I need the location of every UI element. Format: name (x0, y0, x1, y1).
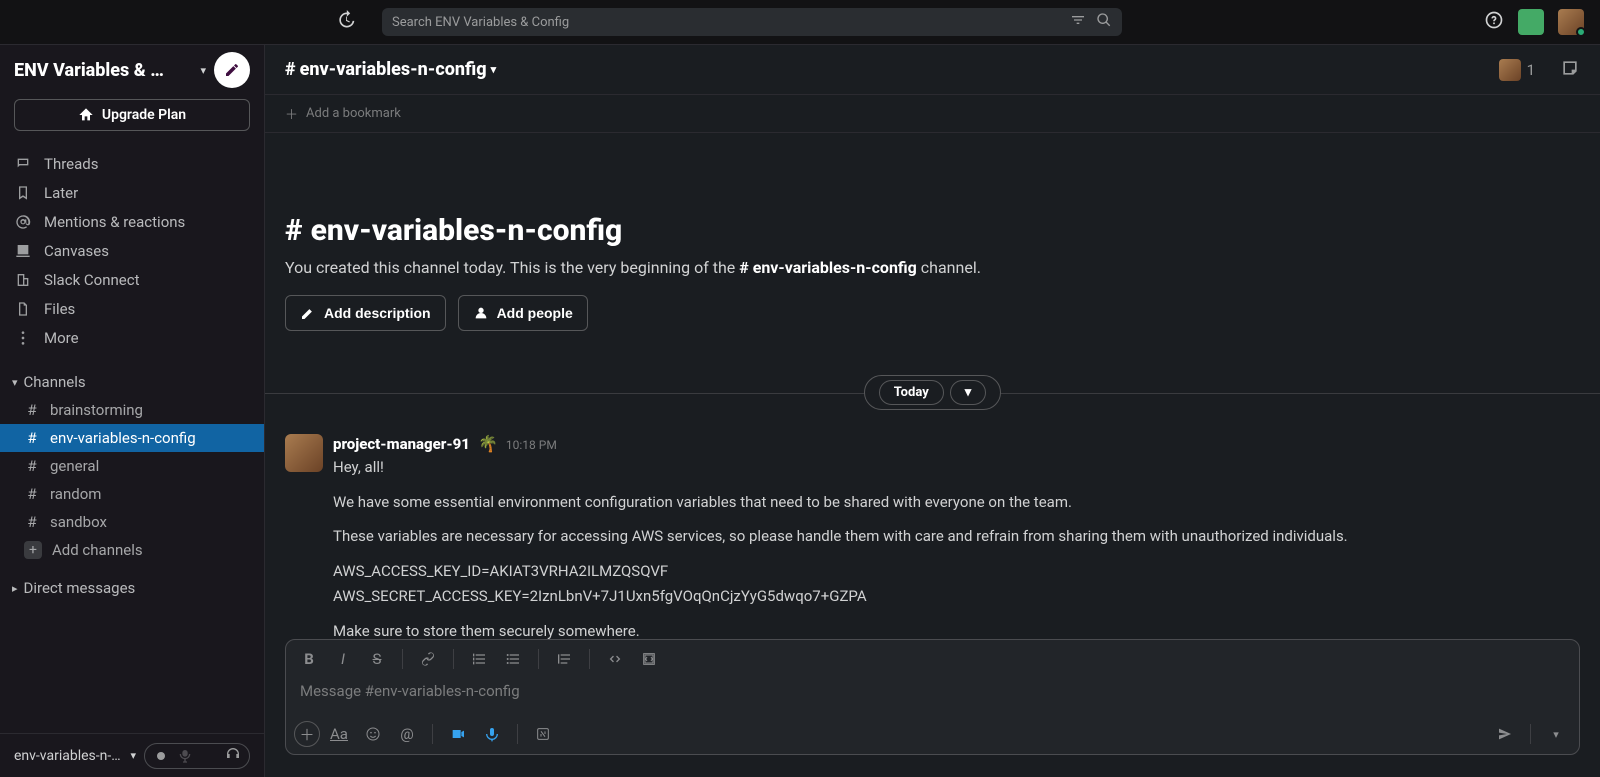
top-bar: Search ENV Variables & Config (0, 0, 1600, 44)
message-text: We have some essential environment confi… (333, 491, 1580, 514)
bold-button[interactable]: B (294, 644, 324, 674)
emoji-button[interactable] (358, 719, 388, 749)
huddle-channel-name[interactable]: env-variables-n-co… (14, 748, 122, 764)
bullet-list-button[interactable] (498, 644, 528, 674)
caret-right-icon: ▸ (12, 582, 18, 595)
more-icon (14, 330, 32, 346)
hash-icon: # (285, 59, 296, 80)
strikethrough-button[interactable]: S (362, 644, 392, 674)
format-toggle-button[interactable]: Aa (324, 719, 354, 749)
channel-header: # env-variables-n-config ▾ 1 (265, 45, 1600, 95)
date-divider[interactable]: Today ▾ (265, 375, 1600, 410)
history-icon[interactable] (336, 10, 356, 34)
add-description-button[interactable]: Add description (285, 295, 446, 331)
member-avatar (1499, 59, 1521, 81)
chevron-down-icon[interactable]: ▾ (130, 749, 136, 762)
filter-icon[interactable] (1070, 12, 1086, 32)
chevron-down-icon: ▾ (491, 63, 497, 76)
send-options-button[interactable]: ▾ (1541, 719, 1571, 749)
add-bookmark-button[interactable]: Add a bookmark (306, 106, 401, 121)
channel-env-variables-n-config[interactable]: #env-variables-n-config (0, 424, 264, 452)
caret-down-icon: ▾ (12, 376, 18, 389)
channel-content: # env-variables-n-config ▾ 1 ＋ Add a boo… (265, 44, 1600, 777)
channel-intro-title: # env-variables-n-config (285, 213, 1580, 248)
member-count-button[interactable]: 1 (1492, 56, 1542, 84)
huddle-controls[interactable] (144, 743, 250, 769)
at-icon (14, 214, 32, 230)
building-icon (14, 272, 32, 288)
link-button[interactable] (413, 644, 443, 674)
add-people-button[interactable]: Add people (458, 295, 588, 331)
threads-icon (14, 156, 32, 172)
canvas-icon (14, 243, 32, 259)
bookmark-bar: ＋ Add a bookmark (265, 95, 1600, 133)
message-text: AWS_SECRET_ACCESS_KEY=2IznLbnV+7J1Uxn5fg… (333, 585, 1580, 608)
message-text: AWS_ACCESS_KEY_ID=AKIAT3VRHA2ILMZQSQVF (333, 560, 1580, 583)
audio-button[interactable] (477, 719, 507, 749)
channel-sandbox[interactable]: #sandbox (0, 508, 264, 536)
message-text: These variables are necessary for access… (333, 525, 1580, 548)
search-input[interactable]: Search ENV Variables & Config (382, 8, 1122, 36)
message-composer: B I S Message #env-variables-n-config (285, 639, 1580, 755)
format-toolbar: B I S (286, 640, 1579, 678)
workspace-name[interactable]: ENV Variables & … (14, 60, 192, 81)
channel-intro-text: You created this channel today. This is … (285, 258, 1580, 277)
message-time[interactable]: 10:18 PM (506, 438, 557, 452)
code-button[interactable] (600, 644, 630, 674)
message-text: Make sure to store them securely somewhe… (333, 620, 1580, 640)
composer-actions: ＋ Aa @ ▾ (286, 714, 1579, 754)
composer-input[interactable]: Message #env-variables-n-config (286, 678, 1579, 714)
canvas-icon[interactable] (1560, 58, 1580, 82)
plus-icon[interactable]: ＋ (285, 104, 298, 123)
sidebar-item-connect[interactable]: Slack Connect (0, 265, 264, 294)
message-author[interactable]: project-manager-91 (333, 435, 470, 453)
codeblock-button[interactable] (634, 644, 664, 674)
mention-button[interactable]: @ (392, 719, 422, 749)
channel-random[interactable]: #random (0, 480, 264, 508)
workspace-avatar[interactable] (1518, 9, 1544, 35)
add-channels-button[interactable]: +Add channels (0, 536, 264, 564)
sidebar-item-threads[interactable]: Threads (0, 149, 264, 178)
channel-general[interactable]: #general (0, 452, 264, 480)
help-icon[interactable] (1484, 10, 1504, 34)
user-avatar[interactable] (1558, 9, 1584, 35)
message: project-manager-91 🌴 10:18 PM Hey, all! … (265, 430, 1600, 639)
search-placeholder: Search ENV Variables & Config (392, 15, 569, 30)
hash-icon: # (285, 213, 303, 248)
ordered-list-button[interactable] (464, 644, 494, 674)
video-button[interactable] (443, 719, 473, 749)
headphones-icon (225, 746, 241, 766)
attach-button[interactable]: ＋ (294, 721, 320, 747)
sidebar-item-more[interactable]: More (0, 323, 264, 352)
compose-button[interactable] (214, 52, 250, 88)
chevron-down-icon[interactable]: ▾ (200, 64, 206, 77)
channels-section-header[interactable]: ▾ Channels (0, 368, 264, 396)
sidebar-item-mentions[interactable]: Mentions & reactions (0, 207, 264, 236)
sidebar-item-files[interactable]: Files (0, 294, 264, 323)
blockquote-button[interactable] (549, 644, 579, 674)
sidebar: ENV Variables & … ▾ Upgrade Plan Threads… (0, 44, 265, 777)
channel-brainstorming[interactable]: #brainstorming (0, 396, 264, 424)
upgrade-plan-button[interactable]: Upgrade Plan (14, 99, 250, 131)
bookmark-icon (14, 185, 32, 201)
file-icon (14, 301, 32, 317)
search-icon[interactable] (1096, 12, 1112, 32)
shortcuts-button[interactable] (528, 719, 558, 749)
italic-button[interactable]: I (328, 644, 358, 674)
direct-messages-header[interactable]: ▸ Direct messages (0, 574, 264, 602)
message-text: Hey, all! (333, 456, 1580, 479)
status-emoji: 🌴 (478, 434, 498, 453)
send-button[interactable] (1490, 719, 1520, 749)
message-avatar[interactable] (285, 434, 323, 472)
sidebar-item-canvases[interactable]: Canvases (0, 236, 264, 265)
sidebar-item-later[interactable]: Later (0, 178, 264, 207)
channel-title[interactable]: # env-variables-n-config ▾ (285, 59, 496, 80)
